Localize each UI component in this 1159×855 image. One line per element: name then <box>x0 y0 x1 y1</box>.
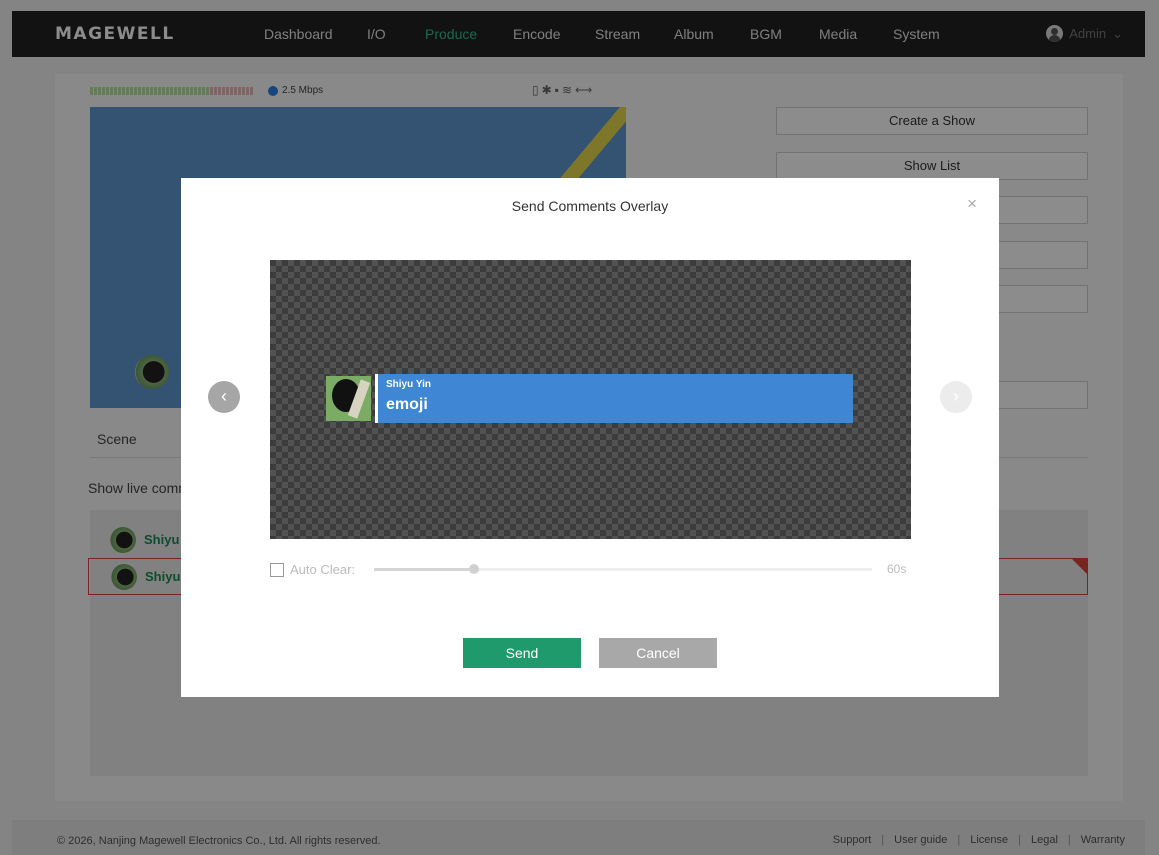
overlay-comment-bar: Shiyu Yin emoji <box>375 374 853 423</box>
overlay-author-name: Shiyu Yin <box>386 379 432 390</box>
auto-clear-slider-thumb[interactable] <box>468 564 479 574</box>
overlay-preview-canvas: Shiyu Yin emoji <box>270 260 911 539</box>
auto-clear-label: Auto Clear: <box>290 562 356 577</box>
auto-clear-slider[interactable] <box>374 564 872 574</box>
overlay-comment-text: emoji <box>386 396 428 413</box>
overlay-avatar <box>326 376 371 421</box>
auto-clear-checkbox[interactable] <box>270 562 284 577</box>
close-icon[interactable]: × <box>967 194 977 214</box>
auto-clear-toggle[interactable]: Auto Clear: <box>270 562 355 577</box>
auto-clear-value: 60s <box>887 562 907 576</box>
dialog-title: Send Comments Overlay <box>511 198 669 214</box>
previous-comment-button[interactable]: ‹ <box>208 381 240 413</box>
cancel-button[interactable]: Cancel <box>599 638 717 668</box>
next-comment-button[interactable]: › <box>940 381 972 413</box>
send-button[interactable]: Send <box>463 638 581 668</box>
auto-clear-slider-fill <box>374 568 474 571</box>
send-comments-overlay-dialog: Send Comments Overlay × ‹ › Shiyu Yin em… <box>181 178 999 697</box>
